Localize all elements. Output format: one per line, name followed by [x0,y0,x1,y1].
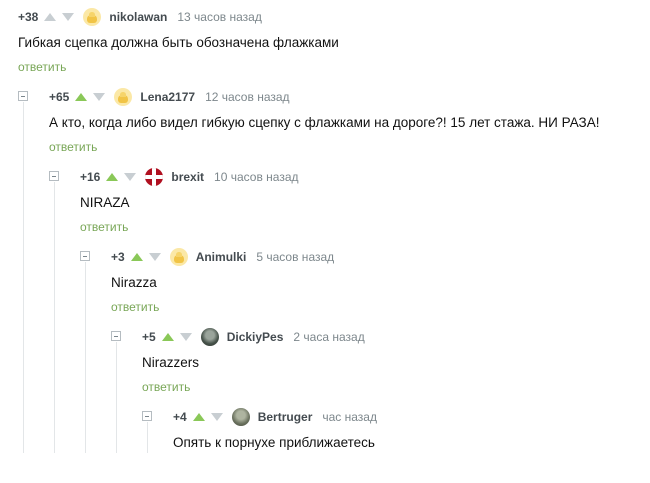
downvote-arrow-icon[interactable] [210,413,223,421]
downvote-arrow-icon[interactable] [148,253,161,261]
comment-text: NIRAZA [80,195,130,210]
reply-link[interactable]: ответить [142,380,190,394]
photo-avatar[interactable] [200,328,219,346]
comment-text: Гибкая сцепка должна быть обозначена фла… [18,35,339,50]
upvote-arrow-icon[interactable] [192,413,205,421]
upvote-arrow-icon[interactable] [161,333,174,341]
default-avatar-icon[interactable] [83,8,102,26]
collapse-button[interactable] [142,411,152,421]
comment: +3 Animulki 5 часов назад Nirazza ответи… [0,243,650,323]
upvote-arrow-icon[interactable] [106,173,119,181]
comment: +16 brexit 10 часов назад NIRAZA ответит… [0,163,650,243]
upvote-arrow-icon[interactable] [130,253,143,261]
comment: +5 DickiyPes 2 часа назад Nirazzers отве… [0,323,650,403]
comment-author[interactable]: brexit [171,170,204,184]
reply-link[interactable]: ответить [18,60,66,74]
comment-text: Nirazzers [142,355,200,370]
comment-author[interactable]: Animulki [196,250,247,264]
upvote-arrow-icon[interactable] [75,93,88,101]
reply-link[interactable]: ответить [111,300,159,314]
comment: +4 Bertruger час назад Опять к порнухе п… [0,403,650,483]
comment-rating: +4 [173,410,187,424]
comment-time[interactable]: 12 часов назад [205,90,289,104]
comment-rating: +16 [80,170,101,184]
comment-time[interactable]: час назад [322,410,377,424]
comment: +38 nikolawan 13 часов назад Гибкая сцеп… [0,3,650,83]
collapse-button[interactable] [111,331,121,341]
collapse-button[interactable] [18,91,28,101]
comment-author[interactable]: nikolawan [109,10,167,24]
upvote-arrow-icon[interactable] [44,13,57,21]
downvote-arrow-icon[interactable] [179,333,192,341]
comment-time[interactable]: 5 часов назад [256,250,334,264]
comment: +65 Lena2177 12 часов назад А кто, когда… [0,83,650,163]
downvote-arrow-icon[interactable] [62,13,75,21]
comment-author[interactable]: Lena2177 [140,90,195,104]
photo-avatar[interactable] [231,408,250,426]
comment-rating: +38 [18,10,39,24]
comment-text: А кто, когда либо видел гибкую сцепку с … [49,115,600,130]
comment-text: Nirazza [111,275,157,290]
comment-author[interactable]: DickiyPes [227,330,284,344]
downvote-arrow-icon[interactable] [93,93,106,101]
comment-text: Опять к порнухе приближаетесь [173,435,375,450]
comment-time[interactable]: 2 часа назад [293,330,364,344]
downvote-arrow-icon[interactable] [124,173,137,181]
collapse-button[interactable] [49,171,59,181]
comment-time[interactable]: 10 часов назад [214,170,298,184]
comment-author[interactable]: Bertruger [258,410,313,424]
reply-link[interactable]: ответить [49,140,97,154]
union-jack-avatar[interactable] [145,168,164,186]
comment-rating: +65 [49,90,70,104]
reply-link[interactable]: ответить [80,220,128,234]
comment-rating: +5 [142,330,156,344]
comment-rating: +3 [111,250,125,264]
comment-time[interactable]: 13 часов назад [177,10,261,24]
collapse-button[interactable] [80,251,90,261]
default-avatar-icon[interactable] [169,248,188,266]
default-avatar-icon[interactable] [114,88,133,106]
